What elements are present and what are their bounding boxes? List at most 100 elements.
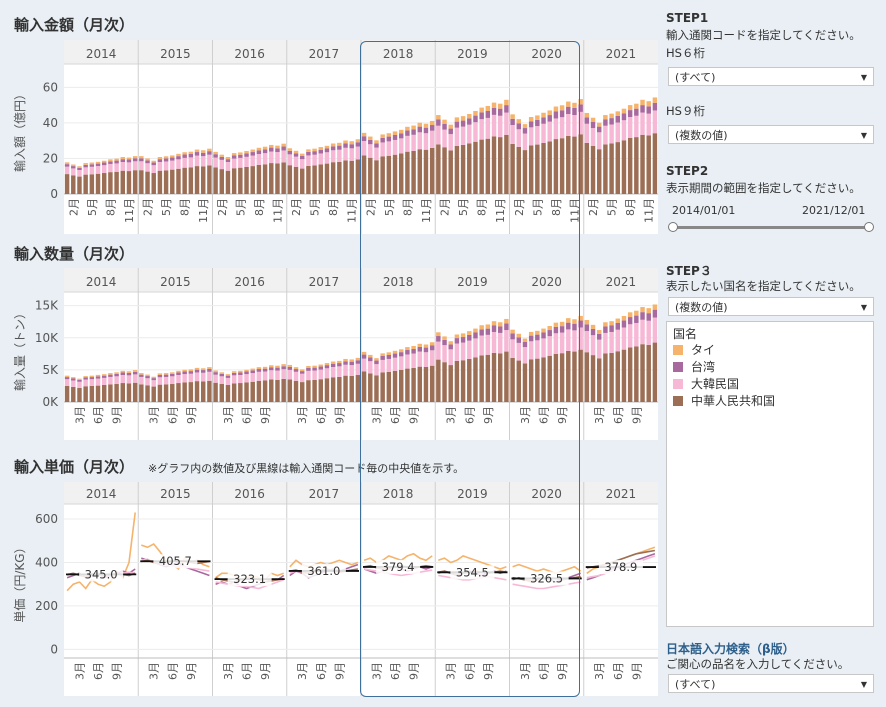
bar-segment <box>170 373 175 377</box>
y-tick-label: 0 <box>50 187 58 201</box>
bar-segment <box>244 369 249 372</box>
x-tick-label: 9月 <box>259 406 272 424</box>
bar-segment <box>621 320 627 328</box>
range-end-handle[interactable] <box>864 222 874 232</box>
bar-segment <box>528 127 534 146</box>
price-chart[interactable]: 2014 2015 2016 2017 2018 2019 2020 2021 0 200 400 6… <box>0 482 662 698</box>
bar-segment <box>646 101 651 107</box>
bar-segment <box>392 353 398 358</box>
bar-segment <box>559 321 565 327</box>
bar-segment <box>522 150 528 194</box>
bar-segment <box>126 162 132 172</box>
year-label: 2021 <box>606 47 637 61</box>
bar-segment <box>473 122 478 142</box>
range-start-handle[interactable] <box>668 222 678 232</box>
bar-segment <box>145 376 150 379</box>
bar-segment <box>572 136 577 194</box>
bar-segment <box>238 383 243 402</box>
bar-segment <box>219 384 225 402</box>
bar-segment <box>151 162 156 166</box>
bar-segment <box>262 146 268 150</box>
bar-segment <box>473 141 478 194</box>
bar-segment <box>293 166 299 194</box>
hs6-dropdown-value: (すべて) <box>675 71 716 84</box>
median-label: 361.0 <box>307 564 340 578</box>
bar-segment <box>349 144 354 149</box>
bar-segment <box>652 342 658 402</box>
bar-segment <box>479 139 484 194</box>
bar-segment <box>640 307 645 313</box>
x-tick-label: 2月 <box>364 198 377 216</box>
bar-segment <box>491 321 497 326</box>
bar-segment <box>287 366 293 370</box>
bar-segment <box>423 366 429 402</box>
bar-segment <box>145 378 150 386</box>
bar-segment <box>392 131 398 135</box>
bar-segment <box>553 118 559 140</box>
bar-segment <box>559 105 565 111</box>
bar-segment <box>572 107 577 116</box>
bar-segment <box>491 102 497 108</box>
chevron-down-icon: ▼ <box>860 303 867 312</box>
bar-segment <box>343 358 348 362</box>
bar-segment <box>460 144 466 194</box>
bar-segment <box>176 159 181 169</box>
bar-segment <box>485 334 491 355</box>
bar-segment <box>163 384 169 402</box>
amount-chart[interactable]: 2014 2015 2016 2017 2018 2019 2020 2021 0 20 40 60 輸… <box>0 40 662 236</box>
bar-segment <box>83 164 88 168</box>
year-label: 2016 <box>234 487 265 501</box>
bar-segment <box>120 375 126 384</box>
legend-item-thailand[interactable]: タイ <box>673 342 715 358</box>
bar-segment <box>535 126 540 145</box>
bar-segment <box>634 137 639 194</box>
legend-label: 大韓民国 <box>691 377 740 391</box>
bar-segment <box>652 317 658 343</box>
x-tick-label: 3月 <box>73 406 86 424</box>
bar-segment <box>590 117 596 122</box>
quantity-chart[interactable]: 2014 2015 2016 2017 2018 2019 2020 2021 0K 5K 10K 1… <box>0 268 662 442</box>
legend-item-china[interactable]: 中華人民共和国 <box>673 393 775 409</box>
bar-segment <box>207 148 212 152</box>
bar-segment <box>200 370 206 373</box>
hs9-dropdown[interactable]: (複数の値) ▼ <box>668 125 874 144</box>
bar-segment <box>287 165 293 194</box>
bar-segment <box>281 143 286 147</box>
bar-segment <box>504 134 509 194</box>
bar-segment <box>64 377 70 380</box>
bar-segment <box>528 341 534 360</box>
legend-item-taiwan[interactable]: 台湾 <box>673 359 715 375</box>
bar-segment <box>627 117 633 138</box>
bar-segment <box>615 322 621 330</box>
median-label: 378.9 <box>604 560 637 574</box>
median-label: 326.5 <box>530 571 563 585</box>
jp-search-dropdown[interactable]: (すべて) ▼ <box>668 674 874 693</box>
bar-segment <box>231 372 237 376</box>
bar-segment <box>114 372 119 374</box>
hs6-dropdown[interactable]: (すべて) ▼ <box>668 67 874 86</box>
x-tick-label: 5月 <box>86 198 99 216</box>
bar-segment <box>386 358 392 372</box>
legend-swatch <box>673 396 683 406</box>
bar-segment <box>368 357 373 362</box>
legend-item-korea[interactable]: 大韓民国 <box>673 376 739 392</box>
country-dropdown[interactable]: (複数の値) ▼ <box>668 297 874 316</box>
bar-segment <box>318 366 324 370</box>
bar-segment <box>640 312 645 320</box>
bar-segment <box>176 156 181 160</box>
bar-segment <box>572 330 577 352</box>
bar-segment <box>176 383 181 402</box>
bar-segment <box>423 352 429 367</box>
bar-segment <box>572 323 577 331</box>
bar-segment <box>306 370 311 381</box>
bar-segment <box>170 157 175 161</box>
bar-segment <box>559 332 565 354</box>
bar-segment <box>386 155 392 194</box>
bar-segment <box>646 320 651 345</box>
bar-segment <box>479 112 484 120</box>
x-tick-label: 2月 <box>216 198 229 216</box>
bar-segment <box>64 375 70 378</box>
bar-segment <box>256 371 262 381</box>
bar-segment <box>176 375 181 384</box>
bar-segment <box>596 333 602 340</box>
